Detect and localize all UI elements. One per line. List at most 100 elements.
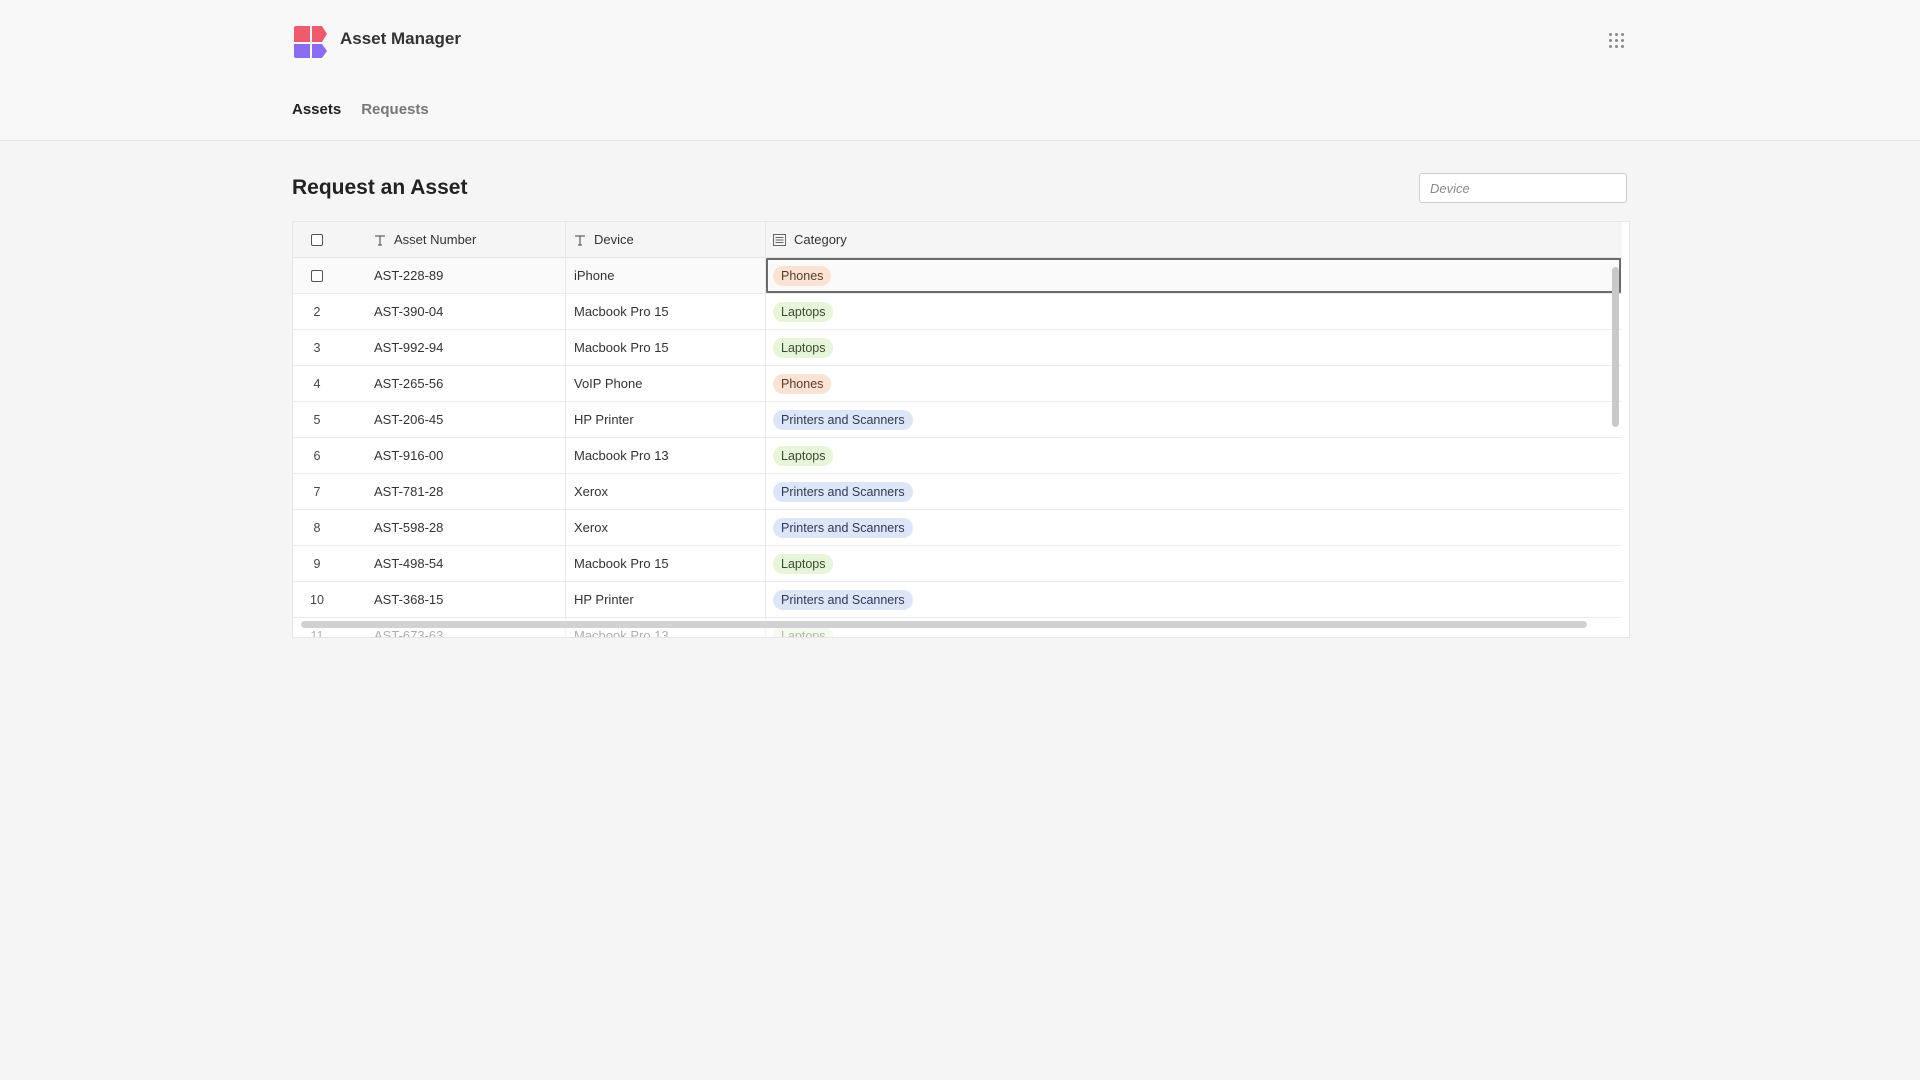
category-badge: Printers and Scanners [773,481,913,502]
row-index: 9 [313,556,321,571]
app-logo-icon [294,26,327,58]
table-row[interactable]: 2 AST-390-04 Macbook Pro 15 Laptops [293,294,1622,330]
column-divider [565,510,566,545]
category-badge: Phones [773,265,832,286]
table-row[interactable]: 5 AST-206-45 HP Printer Printers and Scanne… [293,402,1622,438]
cell-asset-number[interactable]: AST-598-28 [374,510,443,545]
row-index: 6 [313,448,321,463]
cell-asset-number[interactable]: AST-992-94 [374,330,443,365]
app-title: Asset Manager [340,29,461,48]
column-label-asset-number: Asset Number [394,232,477,247]
category-badge: Laptops [773,301,834,322]
table-row[interactable]: 4 AST-265-56 VoIP Phone Phones [293,366,1622,402]
row-index: 8 [313,520,321,535]
cell-device[interactable]: Macbook Pro 13 [574,438,669,473]
column-divider [765,330,766,365]
cell-asset-number[interactable]: AST-368-15 [374,582,443,617]
page-title: Request an Asset [292,176,468,199]
select-all-checkbox[interactable] [311,233,323,246]
category-badge: Laptops [773,553,834,574]
column-divider [765,402,766,437]
cell-device[interactable]: Macbook Pro 15 [574,330,669,365]
cell-device[interactable]: HP Printer [574,402,634,437]
cell-category[interactable]: Phones [773,258,832,293]
cell-device[interactable]: Xerox [574,510,608,545]
cell-asset-number[interactable]: AST-781-28 [374,474,443,509]
row-index: 4 [313,376,321,391]
cell-asset-number[interactable]: AST-916-00 [374,438,443,473]
app-header: Asset Manager Assets Requests [0,0,1920,141]
table-row[interactable]: 6 AST-916-00 Macbook Pro 13 Laptops [293,438,1622,474]
column-header-category[interactable]: Category [773,222,1373,257]
category-badge: Printers and Scanners [773,517,913,538]
cell-asset-number[interactable]: AST-498-54 [374,546,443,581]
cell-device[interactable]: iPhone [574,258,614,293]
category-badge: Printers and Scanners [773,589,913,610]
cell-category[interactable]: Printers and Scanners [773,582,913,617]
cell-device[interactable]: Macbook Pro 15 [574,294,669,329]
table-header: Asset Number Device Category [293,222,1622,258]
column-divider [565,546,566,581]
table-row[interactable]: 3 AST-992-94 Macbook Pro 15 Laptops [293,330,1622,366]
column-divider [565,258,566,293]
device-search-input[interactable] [1419,173,1627,203]
column-divider [765,546,766,581]
column-divider [565,330,566,365]
column-divider [765,438,766,473]
vertical-scrollbar[interactable] [1612,267,1619,427]
horizontal-scrollbar[interactable] [301,621,1587,628]
table-row[interactable]: 8 AST-598-28 Xerox Printers and Scanners [293,510,1622,546]
category-badge: Printers and Scanners [773,409,913,430]
category-badge: Laptops [773,445,834,466]
select-list-icon [773,233,786,246]
column-divider [765,582,766,617]
cell-category[interactable]: Printers and Scanners [773,510,913,545]
column-header-device[interactable]: Device [574,222,764,257]
cell-category[interactable]: Laptops [773,294,834,329]
column-divider [565,294,566,329]
cell-category[interactable]: Printers and Scanners [773,474,913,509]
column-divider[interactable] [565,222,566,257]
row-index: 10 [310,592,324,607]
column-divider [565,474,566,509]
table-row[interactable]: 9 AST-498-54 Macbook Pro 15 Laptops [293,546,1622,582]
column-divider[interactable] [765,222,766,257]
cell-category[interactable]: Laptops [773,546,834,581]
column-label-category: Category [794,232,847,247]
table-row[interactable]: 10 AST-368-15 HP Printer Printers and Scann… [293,582,1622,618]
tab-requests[interactable]: Requests [361,101,429,118]
cell-asset-number[interactable]: AST-390-04 [374,294,443,329]
cell-asset-number[interactable]: AST-206-45 [374,402,443,437]
column-divider [765,294,766,329]
cell-device[interactable]: Macbook Pro 15 [574,546,669,581]
cell-asset-number[interactable]: AST-265-56 [374,366,443,401]
cell-category[interactable]: Laptops [773,438,834,473]
cell-category[interactable]: Laptops [773,330,834,365]
row-index[interactable] [293,258,341,293]
table-row[interactable]: AST-228-89 iPhone Phones [293,258,1622,294]
cell-category[interactable]: Printers and Scanners [773,402,913,437]
column-divider [765,474,766,509]
column-divider [765,258,766,293]
tab-assets[interactable]: Assets [292,101,341,118]
cell-asset-number[interactable]: AST-228-89 [374,258,443,293]
row-index: 5 [313,412,321,427]
row-select-checkbox[interactable] [311,269,323,282]
column-divider [765,366,766,401]
cell-device[interactable]: HP Printer [574,582,634,617]
header-select-all [293,222,341,257]
assets-table: Asset Number Device Category AST-228-89 i… [292,221,1630,638]
row-index: 2 [313,304,321,319]
text-type-icon [375,234,385,246]
column-header-asset-number[interactable]: Asset Number [374,222,574,257]
row-index: 3 [313,340,321,355]
cell-device[interactable]: VoIP Phone [574,366,642,401]
column-divider [565,402,566,437]
cell-device[interactable]: Xerox [574,474,608,509]
text-type-icon [575,234,585,246]
table-row[interactable]: 7 AST-781-28 Xerox Printers and Scanners [293,474,1622,510]
cell-category[interactable]: Phones [773,366,832,401]
column-divider [565,582,566,617]
category-badge: Phones [773,373,832,394]
apps-grid-icon[interactable] [1609,33,1625,49]
